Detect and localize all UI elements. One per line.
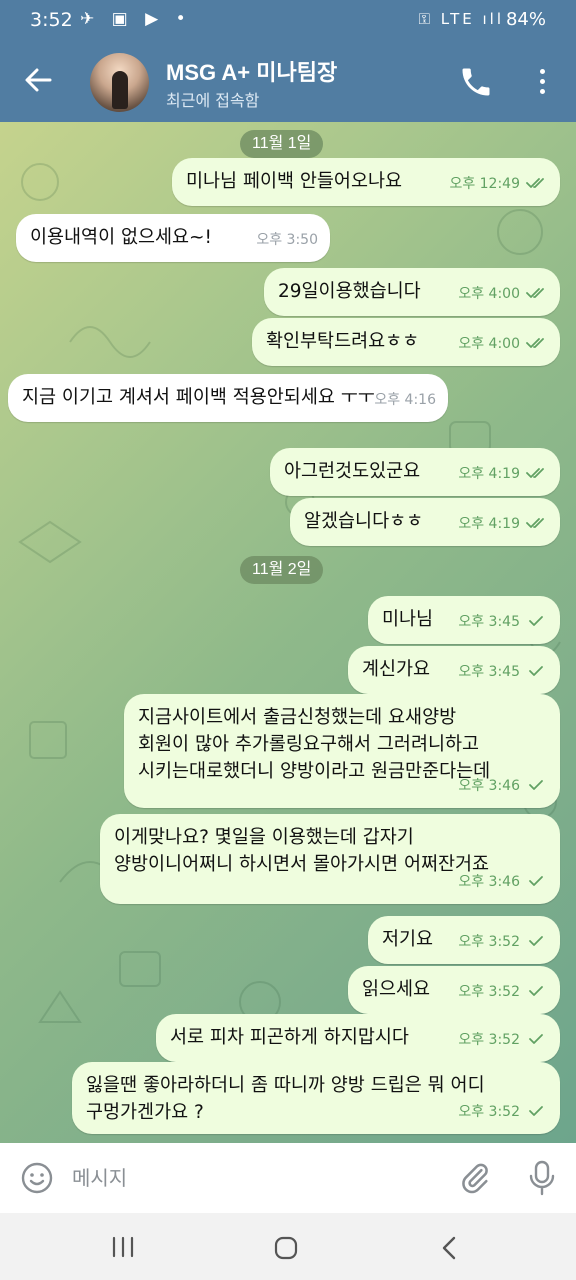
- paperclip-icon: [462, 1163, 488, 1194]
- message-time: 오후 4:19: [458, 466, 520, 482]
- sent-checkmark-icon: [529, 1106, 543, 1116]
- message-timestamp: 오후 4:00: [458, 281, 548, 308]
- message-timestamp: 오후 4:16: [374, 387, 436, 414]
- signal-icons: ⚿ LTE ıll: [418, 10, 504, 28]
- outgoing-message[interactable]: 미나님 오후 3:45: [368, 596, 560, 644]
- message-timestamp: 오후 4:19: [458, 461, 548, 488]
- chevron-left-icon: [442, 1236, 456, 1260]
- sent-checkmark-icon: [529, 986, 543, 996]
- voice-message-button[interactable]: [526, 1159, 558, 1197]
- sent-checkmark-icon: [529, 666, 543, 676]
- smiley-icon: [21, 1162, 53, 1194]
- outgoing-message[interactable]: 저기요 오후 3:52: [368, 916, 560, 964]
- outgoing-message[interactable]: 지금사이트에서 출금신청했는데 요새양방 회원이 많아 추가롤링요구해서 그러려…: [124, 694, 560, 808]
- read-checkmarks-icon: [526, 178, 544, 188]
- arrow-left-icon: [25, 68, 52, 92]
- message-time: 오후 3:52: [458, 934, 520, 950]
- message-time: 오후 4:00: [458, 336, 520, 352]
- read-checkmarks-icon: [526, 288, 544, 298]
- message-timestamp: 오후 3:46: [458, 869, 548, 896]
- sent-checkmark-icon: [529, 876, 543, 886]
- avatar[interactable]: [90, 53, 149, 112]
- message-timestamp: 오후 3:50: [256, 227, 318, 254]
- message-timestamp: 오후 4:00: [458, 331, 548, 358]
- incoming-message[interactable]: 지금 이기고 계셔서 페이백 적용안되세요 ㅜㅜ 오후 4:16: [8, 374, 448, 422]
- message-time: 오후 3:45: [458, 664, 520, 680]
- message-time: 오후 3:52: [458, 1104, 520, 1120]
- sent-checkmark-icon: [529, 1034, 543, 1044]
- home-button[interactable]: [272, 1234, 300, 1262]
- sent-checkmark-icon: [529, 616, 543, 626]
- message-time: 오후 3:45: [458, 614, 520, 630]
- message-time: 오후 3:52: [458, 1032, 520, 1048]
- message-timestamp: 오후 3:45: [458, 609, 548, 636]
- message-time: 오후 3:52: [458, 984, 520, 1000]
- message-timestamp: 오후 4:19: [458, 511, 548, 538]
- message-time: 오후 3:50: [256, 232, 318, 248]
- sent-checkmark-icon: [529, 936, 543, 946]
- incoming-message[interactable]: 이용내역이 없으세요~! 오후 3:50: [16, 214, 330, 262]
- outgoing-message[interactable]: 읽으세요 오후 3:52: [348, 966, 560, 1014]
- emoji-button[interactable]: [20, 1161, 54, 1195]
- status-time: 3:52: [30, 9, 73, 31]
- outgoing-message[interactable]: 29일이용했습니다 오후 4:00: [264, 268, 560, 316]
- message-timestamp: 오후 3:52: [458, 929, 548, 956]
- outgoing-message[interactable]: 아그런것도있군요 오후 4:19: [270, 448, 560, 496]
- recent-apps-button[interactable]: [108, 1235, 138, 1259]
- last-seen-status: 최근에 접속함: [166, 91, 260, 110]
- read-checkmarks-icon: [526, 468, 544, 478]
- message-time: 오후 4:00: [458, 286, 520, 302]
- message-time: 오후 4:16: [374, 392, 436, 408]
- message-time: 오후 3:46: [458, 778, 520, 794]
- outgoing-message[interactable]: 잃을땐 좋아라하더니 좀 따니까 양방 드립은 뭐 어디 구멍가겐가요 ? 오후 …: [72, 1062, 560, 1134]
- outgoing-message[interactable]: 확인부탁드려요ㅎㅎ 오후 4:00: [252, 318, 560, 366]
- microphone-icon: [529, 1160, 555, 1196]
- message-timestamp: 오후 12:49: [449, 171, 548, 198]
- outgoing-message[interactable]: 알겠습니다ㅎㅎ 오후 4:19: [290, 498, 560, 546]
- date-separator: 11월 2일: [240, 556, 324, 584]
- message-time: 오후 12:49: [449, 176, 520, 192]
- read-checkmarks-icon: [526, 338, 544, 348]
- outgoing-message[interactable]: 계신가요 오후 3:45: [348, 646, 560, 694]
- message-text: 지금 이기고 계셔서 페이백 적용안되세요 ㅜㅜ: [22, 387, 375, 408]
- message-timestamp: 오후 3:52: [458, 1099, 548, 1126]
- system-back-button[interactable]: [436, 1234, 464, 1262]
- message-input-bar: [0, 1143, 576, 1213]
- system-navigation-bar: [0, 1213, 576, 1280]
- chat-history[interactable]: 11월 1일 미나님 페이백 안들어오나요 오후 12:49 이용내역이 없으세요~!…: [0, 122, 576, 1143]
- back-button[interactable]: [22, 62, 56, 98]
- message-timestamp: 오후 3:45: [458, 659, 548, 686]
- date-separator: 11월 1일: [240, 130, 324, 158]
- message-timestamp: 오후 3:52: [458, 1027, 548, 1054]
- message-time: 오후 3:46: [458, 874, 520, 890]
- message-timestamp: 오후 3:46: [458, 773, 548, 800]
- message-timestamp: 오후 3:52: [458, 979, 548, 1006]
- chat-header: MSG A+ 미나팀장 최근에 접속함: [0, 42, 576, 122]
- sent-checkmark-icon: [529, 780, 543, 790]
- more-options-button[interactable]: [528, 64, 556, 100]
- notification-icons: ✈ ▣ ▶ •: [80, 9, 192, 29]
- message-input[interactable]: [72, 1163, 442, 1193]
- message-time: 오후 4:19: [458, 516, 520, 532]
- outgoing-message[interactable]: 이게맞나요? 몇일을 이용했는데 갑자기 양방이니어쩌니 하시면서 몰아가시면 …: [100, 814, 560, 904]
- outgoing-message[interactable]: 서로 피차 피곤하게 하지맙시다 오후 3:52: [156, 1014, 560, 1062]
- read-checkmarks-icon: [526, 518, 544, 528]
- attach-button[interactable]: [458, 1161, 492, 1195]
- battery-level: 84%: [505, 9, 546, 30]
- call-button[interactable]: [458, 64, 494, 100]
- chat-title[interactable]: MSG A+ 미나팀장: [166, 55, 337, 87]
- phone-icon: [462, 68, 490, 96]
- status-bar: 3:52 ✈ ▣ ▶ • ⚿ LTE ıll 84%: [0, 0, 576, 42]
- outgoing-message[interactable]: 미나님 페이백 안들어오나요 오후 12:49: [172, 158, 560, 206]
- recent-apps-icon: [112, 1236, 134, 1258]
- home-icon: [274, 1236, 298, 1260]
